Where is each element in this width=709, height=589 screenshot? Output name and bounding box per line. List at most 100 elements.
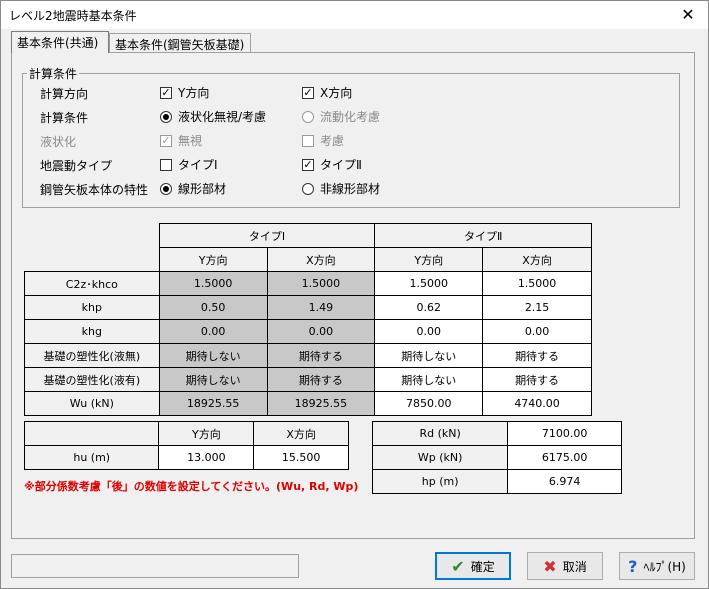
header-t1-y: Y方向 <box>158 247 268 272</box>
checkbox-type1[interactable]: タイプⅠ <box>160 156 218 173</box>
radio-nonlinear[interactable]: 非線形部材 <box>302 180 380 197</box>
table-cell[interactable]: 6175.00 <box>507 445 622 470</box>
table-cell[interactable]: 期待しない <box>374 343 484 368</box>
window-title: レベル2地震時基本条件 <box>9 9 137 23</box>
resistance-table: Rd (kN) 7100.00 Wp (kN) 6175.00 hp (m) 6… <box>371 421 622 494</box>
seismic-table: タイプⅠ タイプⅡ Y方向 X方向 Y方向 X方向 C2z･khco 1.500… <box>24 223 592 416</box>
row-label: 基礎の塑性化(液無) <box>24 343 160 368</box>
checkbox-x-direction[interactable]: ✓ X方向 <box>302 84 352 101</box>
checkbox-label: Y方向 <box>178 86 210 100</box>
table-cell[interactable]: 7100.00 <box>507 421 622 446</box>
table-cell: 期待する <box>266 343 376 368</box>
note-text: ※部分係数考慮「後」の数値を設定してください。(Wu, Rd, Wp) <box>24 480 359 493</box>
checkbox-box: ✓ <box>302 85 314 99</box>
radio-circle <box>160 182 172 195</box>
cancel-button[interactable]: ✖ 取消 <box>527 552 603 580</box>
header-type2: タイプⅡ <box>374 223 592 248</box>
table-cell: 1.5000 <box>158 271 268 296</box>
table-cell: 0.00 <box>266 319 376 344</box>
x-icon: ✖ <box>543 556 557 576</box>
table-cell[interactable]: 0.62 <box>374 295 484 320</box>
table-row: Wu (kN) 18925.55 18925.55 7850.00 4740.0… <box>24 391 592 416</box>
hu-header-y: Y方向 <box>158 421 255 446</box>
checkbox-consider: 考慮 <box>302 132 344 149</box>
checkbox-label: タイプⅠ <box>178 158 218 172</box>
checkbox-label: 無視 <box>178 134 203 148</box>
checkbox-box: ✓ <box>160 133 172 147</box>
checkbox-label: タイプⅡ <box>320 158 362 172</box>
label-liquefaction: 液状化 <box>40 135 77 149</box>
table-row: hu (m) 13.000 15.500 <box>23 445 349 470</box>
table-row: 基礎の塑性化(液有) 期待しない 期待する 期待しない 期待する <box>24 367 592 392</box>
check-icon: ✔ <box>451 556 465 576</box>
tab-steel-pipe[interactable]: 基本条件(鋼管矢板基礎) <box>109 33 251 53</box>
label-ground-motion-type: 地震動タイプ <box>40 159 113 173</box>
table-cell[interactable]: 4740.00 <box>482 391 592 416</box>
row-label: khp <box>24 295 160 320</box>
table-cell[interactable]: 0.00 <box>482 319 592 344</box>
cancel-label: 取消 <box>562 559 587 574</box>
row-label: hu (m) <box>23 445 160 470</box>
radio-label: 非線形部材 <box>320 182 381 196</box>
checkbox-ignore: ✓ 無視 <box>160 132 202 149</box>
table-cell[interactable]: 1.5000 <box>374 271 484 296</box>
label-pile-characteristic: 鋼管矢板本体の特性 <box>40 183 149 197</box>
table-row: Rd (kN) 7100.00 <box>371 421 622 446</box>
group-legend: 計算条件 <box>29 67 78 81</box>
table-row: 基礎の塑性化(液無) 期待しない 期待する 期待しない 期待する <box>24 343 592 368</box>
radio-linear[interactable]: 線形部材 <box>160 180 226 197</box>
radio-fluidization: 流動化考慮 <box>302 108 380 125</box>
row-label: khg <box>24 319 160 344</box>
radio-circle <box>302 182 314 195</box>
table-cell[interactable]: 期待する <box>482 367 592 392</box>
header-t2-x: X方向 <box>482 247 592 272</box>
row-label: C2z･khco <box>24 271 160 296</box>
dialog-window: レベル2地震時基本条件 ✕ 基本条件(共通) 基本条件(鋼管矢板基礎) 計算条件… <box>0 0 709 589</box>
table-cell: 1.5000 <box>266 271 376 296</box>
label-calc-direction: 計算方向 <box>40 87 89 101</box>
table-cell: 18925.55 <box>266 391 376 416</box>
table-cell: 0.50 <box>158 295 268 320</box>
question-icon: ? <box>628 556 638 576</box>
table-cell[interactable]: 期待する <box>482 343 592 368</box>
help-label: ﾍﾙﾌﾟ(H) <box>643 559 686 574</box>
tab-common[interactable]: 基本条件(共通) <box>11 31 109 53</box>
ok-label: 確定 <box>470 559 495 574</box>
checkbox-label: 考慮 <box>320 134 345 148</box>
table-cell: 期待しない <box>158 367 268 392</box>
table-cell[interactable]: 6.974 <box>507 469 622 494</box>
close-icon[interactable]: ✕ <box>676 4 700 26</box>
status-bar <box>11 554 299 578</box>
table-cell[interactable]: 0.00 <box>374 319 484 344</box>
row-label: hp (m) <box>371 469 509 494</box>
checkbox-box <box>302 134 314 147</box>
ok-button[interactable]: ✔ 確定 <box>435 552 511 580</box>
checkbox-type2[interactable]: ✓ タイプⅡ <box>302 156 362 173</box>
radio-label: 線形部材 <box>178 182 227 196</box>
radio-liquefaction[interactable]: 液状化無視/考慮 <box>160 108 266 125</box>
radio-circle <box>160 110 172 123</box>
table-cell[interactable]: 2.15 <box>482 295 592 320</box>
row-label: Wp (kN) <box>371 445 509 470</box>
help-button[interactable]: ? ﾍﾙﾌﾟ(H) <box>619 552 695 580</box>
table-cell[interactable]: 15.500 <box>253 445 349 470</box>
table-cell: 1.49 <box>266 295 376 320</box>
hu-table: Y方向 X方向 hu (m) 13.000 15.500 <box>23 421 349 470</box>
table-row: Wp (kN) 6175.00 <box>371 445 622 470</box>
checkbox-y-direction[interactable]: ✓ Y方向 <box>160 84 209 101</box>
table-cell: 期待する <box>266 367 376 392</box>
table-cell: 0.00 <box>158 319 268 344</box>
radio-circle <box>302 110 314 123</box>
table-row: khg 0.00 0.00 0.00 0.00 <box>24 319 592 344</box>
table-cell[interactable]: 7850.00 <box>374 391 484 416</box>
table-cell[interactable]: 期待しない <box>374 367 484 392</box>
header-t2-y: Y方向 <box>374 247 484 272</box>
header-t1-x: X方向 <box>266 247 376 272</box>
table-cell[interactable]: 13.000 <box>158 445 255 470</box>
table-cell[interactable]: 1.5000 <box>482 271 592 296</box>
checkbox-label: X方向 <box>320 86 353 100</box>
tab-panel: 計算条件 計算方向 ✓ Y方向 ✓ X方向 計算条件 液状化無視/考慮 流動化考慮 … <box>11 52 695 539</box>
checkbox-box: ✓ <box>160 85 172 99</box>
label-calc-condition: 計算条件 <box>40 111 89 125</box>
checkbox-box: ✓ <box>302 157 314 171</box>
